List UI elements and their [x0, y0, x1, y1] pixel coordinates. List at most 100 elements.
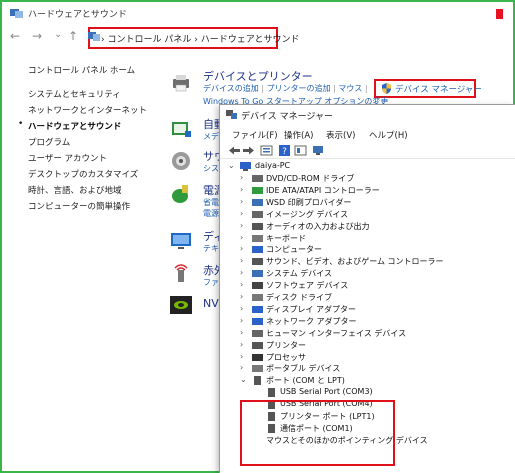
recent-dropdown-icon[interactable]: ⌄ [54, 29, 62, 40]
sidebar-item-user-accounts[interactable]: ユーザー アカウント [28, 152, 107, 164]
device-category-icon [252, 258, 263, 266]
port-node[interactable]: USB Serial Port (COM3) [280, 387, 373, 396]
device-category-icon [252, 198, 263, 206]
tree-expander[interactable]: › [240, 292, 243, 301]
tree-expander[interactable]: › [240, 185, 243, 194]
menu-view[interactable]: 表示(V) [326, 129, 355, 141]
sidebar-home-link[interactable]: コントロール パネル ホーム [28, 64, 135, 76]
ports-node[interactable]: ポート (COM と LPT) [266, 375, 345, 386]
help-icon[interactable]: ? [278, 145, 291, 156]
device-category-icon [252, 329, 263, 337]
sidebar-item-network[interactable]: ネットワークとインターネット [28, 104, 147, 116]
device-category-icon [252, 186, 263, 194]
tree-expander[interactable]: › [240, 352, 243, 361]
tree-expander[interactable]: › [240, 173, 243, 182]
sound-link[interactable]: シス [203, 163, 219, 174]
breadcrumb: › コントロール パネル › ハードウェアとサウンド [101, 32, 300, 45]
back-button[interactable]: ← [10, 29, 20, 43]
device-category-icon [252, 353, 263, 361]
breadcrumb-item-control-panel[interactable]: コントロール パネル [107, 35, 191, 45]
device-category-icon [252, 294, 263, 301]
tree-node[interactable]: IDE ATA/ATAPI コントローラー [266, 185, 380, 196]
close-indicator[interactable] [496, 9, 503, 19]
tree-expander[interactable]: › [240, 197, 243, 206]
scan-hardware-icon[interactable] [312, 145, 325, 156]
device-manager-title: デバイス マネージャー [241, 112, 333, 122]
add-printer-link[interactable]: プリンターの追加 [267, 84, 331, 93]
sidebar-item-clock-region[interactable]: 時計、言語、および地域 [28, 184, 122, 196]
tree-node[interactable]: ソフトウェア デバイス [266, 280, 348, 291]
tree-root[interactable]: daiya-PC [255, 161, 290, 170]
tree-expander[interactable]: › [240, 268, 243, 277]
mouse-link[interactable]: マウス [338, 84, 362, 93]
sidebar-item-hardware-sound[interactable]: ハードウェアとサウンド [28, 120, 121, 132]
tree-expander[interactable]: › [240, 328, 243, 337]
breadcrumb-item-hardware-sound[interactable]: ハードウェアとサウンド [201, 35, 300, 45]
menu-file[interactable]: ファイル(F) [232, 129, 278, 141]
menu-help[interactable]: ヘルプ(H) [369, 129, 408, 141]
menu-action[interactable]: 操作(A) [284, 129, 313, 141]
device-category-icon [252, 317, 263, 325]
device-manager-icon [226, 110, 237, 119]
tree-node[interactable]: ディスプレイ アダプター [266, 304, 356, 315]
tree-node[interactable]: プロセッサ [266, 352, 306, 363]
tree-expander[interactable]: › [240, 221, 243, 230]
forward-button[interactable]: → [32, 29, 42, 43]
tree-node[interactable]: プリンター [266, 340, 306, 351]
tree-expander[interactable]: › [240, 363, 243, 372]
display-link[interactable]: テキ [203, 243, 219, 254]
devices-printers-title[interactable]: デバイスとプリンター [203, 68, 313, 84]
tree-expander[interactable]: › [240, 244, 243, 253]
tree-node[interactable]: サウンド、ビデオ、およびゲーム コントローラー [266, 256, 444, 267]
tree-node[interactable]: オーディオの入力および出力 [266, 221, 369, 232]
tree-node[interactable]: ポータブル デバイス [266, 363, 340, 374]
power-link-2[interactable]: 電源 [203, 208, 219, 219]
tree-node[interactable]: コンピューター [266, 244, 322, 255]
device-category-icon [252, 305, 263, 313]
tree-expander[interactable]: › [240, 340, 243, 349]
tree-node[interactable]: キーボード [266, 233, 306, 244]
device-category-icon [252, 270, 263, 278]
device-category-icon [252, 365, 263, 373]
tree-node[interactable]: WSD 印刷プロバイダー [266, 197, 351, 208]
sidebar-item-ease-of-access[interactable]: コンピューターの簡単操作 [28, 200, 130, 212]
tree-node[interactable]: ネットワーク アダプター [266, 316, 357, 327]
device-category-icon [252, 282, 263, 290]
port-icon [268, 388, 275, 398]
sidebar-item-system-security[interactable]: システムとセキュリティ [28, 88, 121, 100]
device-category-icon [252, 341, 263, 349]
tree-node[interactable]: ディスク ドライブ [266, 292, 332, 303]
tree-expander[interactable]: › [240, 256, 243, 265]
tree-expander[interactable]: › [240, 209, 243, 218]
sidebar-item-programs[interactable]: プログラム [28, 136, 70, 148]
ports-highlight [240, 400, 395, 466]
forward-arrow-icon[interactable] [242, 145, 255, 156]
tree-node[interactable]: イメージング デバイス [266, 209, 348, 220]
device-category-icon [252, 246, 263, 254]
tree-node[interactable]: システム デバイス [266, 268, 332, 279]
add-device-link[interactable]: デバイスの追加 [203, 84, 259, 93]
view-icon[interactable] [294, 145, 307, 156]
up-button[interactable]: ↑ [68, 29, 78, 43]
power-link[interactable]: 省電 [203, 197, 219, 208]
properties-icon[interactable] [260, 145, 273, 156]
sidebar-item-desktop[interactable]: デスクトップのカスタマイズ [28, 168, 138, 180]
tree-expander[interactable]: › [240, 280, 243, 289]
port-icon [254, 376, 261, 386]
control-panel-icon [88, 32, 100, 41]
device-manager-link[interactable]: デバイス マネージャー [395, 83, 482, 95]
control-panel-icon [10, 9, 23, 18]
svg-text:?: ? [282, 147, 287, 156]
back-arrow-icon[interactable] [228, 145, 241, 156]
current-bullet: • [18, 119, 24, 129]
tree-node[interactable]: DVD/CD-ROM ドライブ [266, 173, 354, 184]
power-icon [172, 185, 188, 203]
device-category-icon [252, 222, 263, 230]
ports-expander[interactable]: ⌄ [240, 375, 247, 384]
tree-expander[interactable]: › [240, 233, 243, 242]
root-expander[interactable]: ⌄ [228, 161, 235, 170]
tree-node[interactable]: ヒューマン インターフェイス デバイス [266, 328, 406, 339]
nvidia-icon [170, 296, 192, 314]
tree-expander[interactable]: › [240, 304, 243, 313]
tree-expander[interactable]: › [240, 316, 243, 325]
